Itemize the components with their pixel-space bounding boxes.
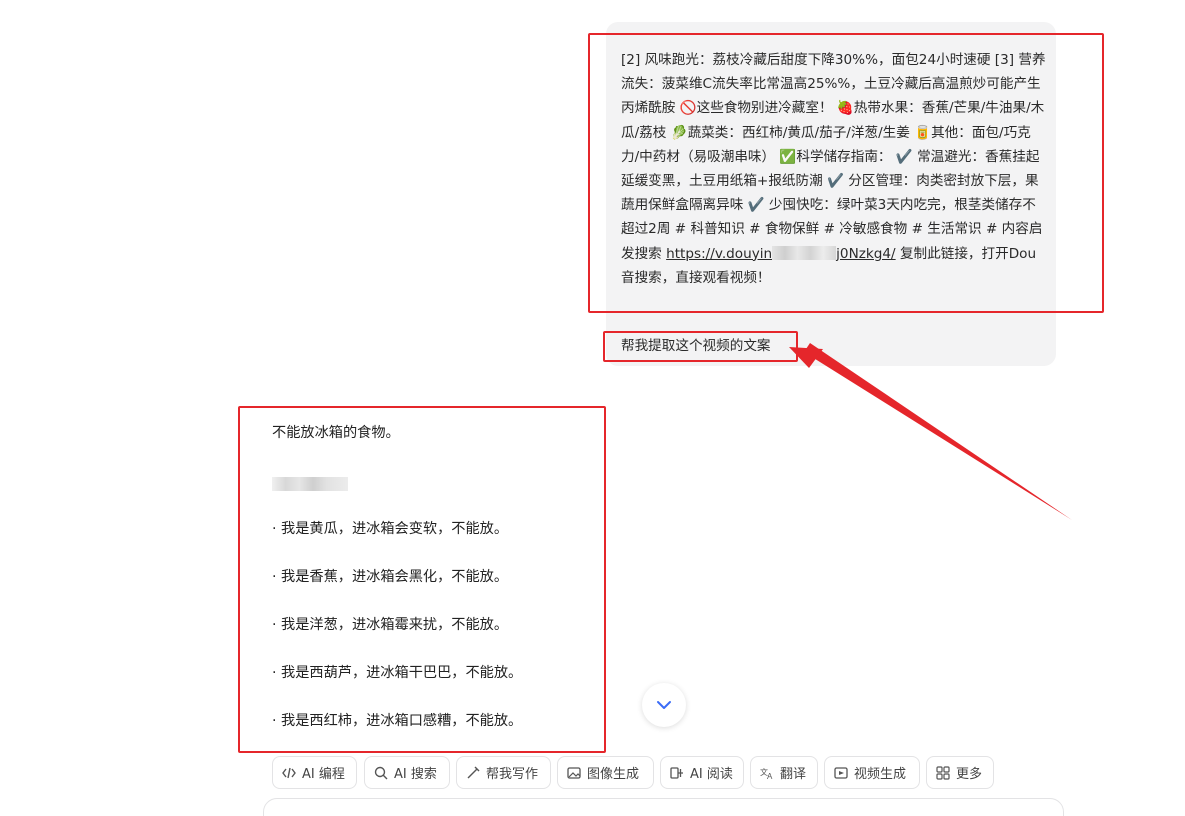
tool-more-button[interactable]: 更多	[926, 756, 994, 789]
tool-ai-coding-button[interactable]: AI 编程	[272, 756, 357, 789]
tool-ai-reading-button[interactable]: AI 阅读	[660, 756, 744, 789]
scroll-down-button[interactable]	[642, 683, 686, 727]
pen-icon	[467, 766, 480, 778]
tool-video-gen-button[interactable]: 视频生成	[824, 756, 920, 789]
image-icon	[567, 766, 581, 779]
tool-image-gen-button[interactable]: 图像生成	[557, 756, 654, 789]
chat-input[interactable]	[263, 798, 1064, 816]
grid-icon	[936, 765, 950, 780]
svg-text:A: A	[767, 772, 773, 780]
tool-ai-search-button[interactable]: AI 搜索	[364, 756, 450, 789]
annotation-box-link	[588, 33, 1104, 313]
read-icon	[670, 766, 683, 779]
annotation-box-answer	[238, 406, 606, 753]
annotation-box-question	[603, 331, 798, 362]
tool-writing-button[interactable]: 帮我写作	[456, 756, 551, 789]
code-icon	[282, 767, 296, 778]
video-icon	[834, 766, 848, 779]
translate-icon: 文A	[760, 767, 773, 780]
search-icon	[374, 766, 388, 779]
tool-translate-button[interactable]: 文A 翻译	[750, 756, 818, 789]
chevron-down-icon	[657, 701, 671, 709]
